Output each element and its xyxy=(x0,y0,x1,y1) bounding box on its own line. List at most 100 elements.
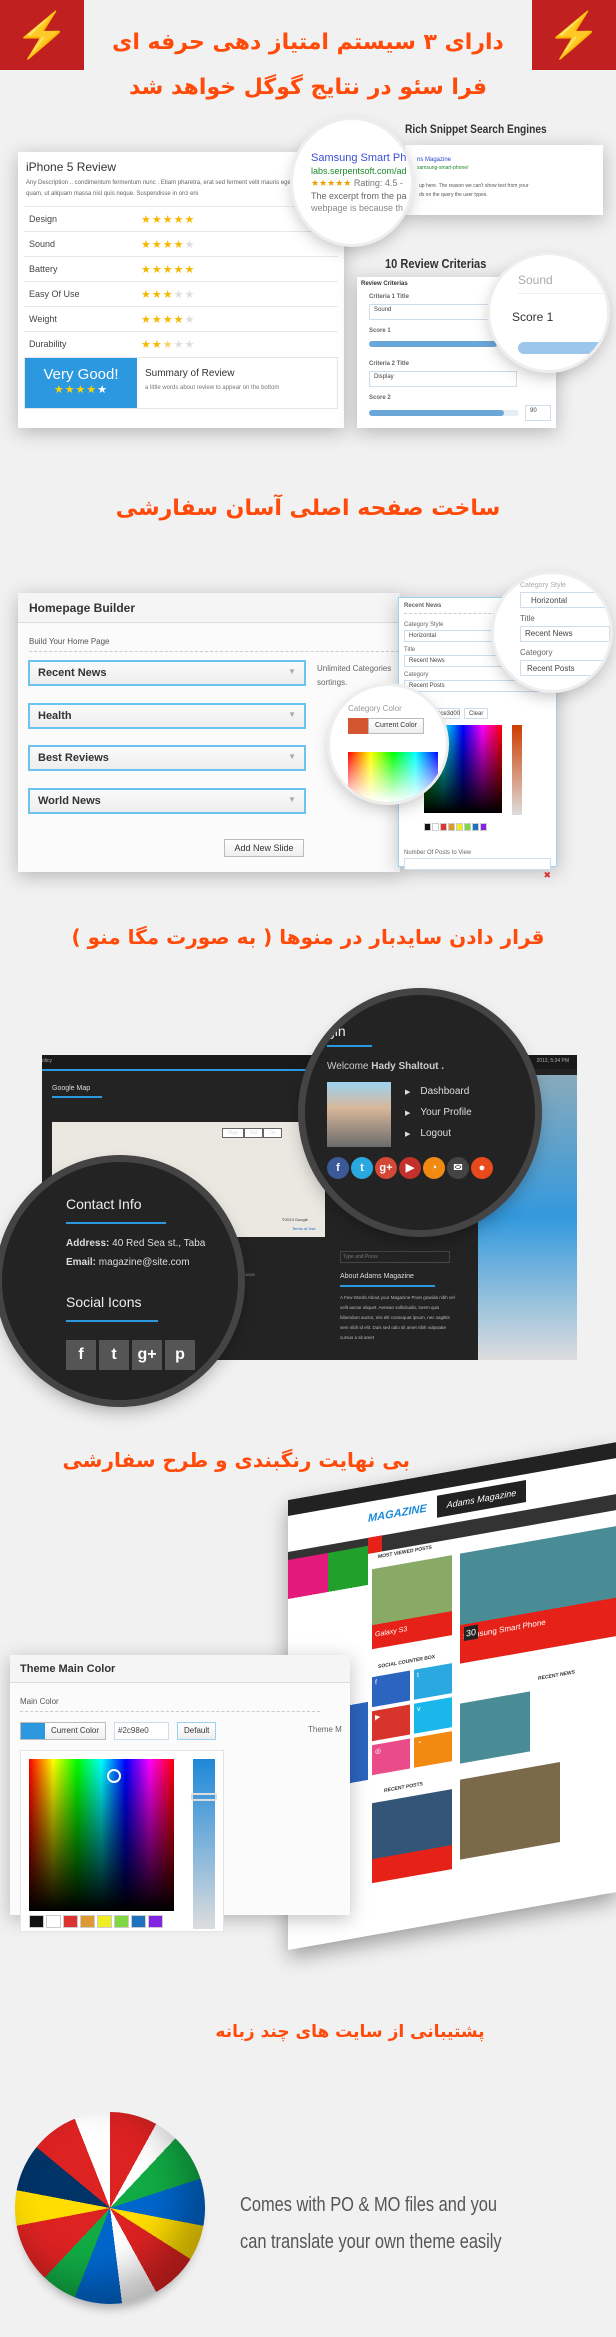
close-icon[interactable]: ✖ xyxy=(404,870,551,881)
popup-posts-input[interactable] xyxy=(404,858,551,870)
review-title: iPhone 5 Review xyxy=(26,160,117,174)
color-swatch[interactable] xyxy=(424,823,431,831)
zoom-score-label: Score 1 xyxy=(512,310,554,324)
snippet-url: labs.serpentsoft.com/ad xyxy=(311,166,407,176)
map-type-button[interactable]: Ter xyxy=(263,1128,283,1138)
criteria-row: Design ★★★★★ xyxy=(24,206,338,231)
login-menu-label: Your Profile xyxy=(420,1107,472,1118)
popup-clear-button[interactable]: Clear xyxy=(464,708,489,719)
score2-input[interactable]: 90 xyxy=(525,405,551,421)
zoom-slider xyxy=(518,342,607,354)
color-swatch[interactable] xyxy=(480,823,487,831)
current-color-swatch xyxy=(21,1723,45,1739)
youtube-icon[interactable]: ▶ xyxy=(399,1157,421,1179)
google-plus-icon[interactable]: g+ xyxy=(375,1157,397,1179)
builder-item[interactable]: World News ▼ xyxy=(28,788,306,814)
caret-right-icon: ▶ xyxy=(405,1110,411,1117)
color-swatch[interactable] xyxy=(440,823,447,831)
topbar-date: 2013, 5:34 PM xyxy=(536,1058,569,1064)
login-menu-item[interactable]: ▶ Dashboard xyxy=(405,1082,472,1103)
color-swatch[interactable] xyxy=(456,823,463,831)
zoom-style-label: Category Style xyxy=(520,582,566,589)
login-menu-item[interactable]: ▶ Your Profile xyxy=(405,1103,472,1124)
color-lightness-slider[interactable] xyxy=(512,725,522,815)
google-plus-icon[interactable]: g+ xyxy=(132,1340,162,1370)
hex-color-input[interactable]: #2c98e0 xyxy=(114,1722,170,1740)
criteria-magnifier: Sound Score 1 xyxy=(490,255,607,370)
builder-item[interactable]: Best Reviews ▼ xyxy=(28,745,306,771)
color-swatch[interactable] xyxy=(448,823,455,831)
headline-builder: ساخت صفحه اصلی آسان سفارشی xyxy=(115,496,501,521)
builder-side-text-1: Unlimited Categories xyxy=(317,664,392,673)
contact-magnifier: Contact Info Address: 40 Red Sea st., Ta… xyxy=(2,1162,238,1400)
color-swatch[interactable] xyxy=(148,1915,163,1928)
color-swatch[interactable] xyxy=(46,1915,61,1928)
pinterest-icon[interactable]: p xyxy=(165,1340,195,1370)
criteria1-input[interactable]: Sound xyxy=(369,304,509,320)
color-swatches xyxy=(29,1915,165,1933)
about-text: A Few Words About your Magazine Proin gr… xyxy=(340,1295,455,1340)
summary-title: Summary of Review xyxy=(145,368,235,379)
map-pin-icon[interactable]: ● xyxy=(471,1157,493,1179)
criteria-row: Battery ★★★★★ xyxy=(24,256,338,281)
criteria2-input[interactable]: Display xyxy=(369,371,517,387)
builder-item-label: World News xyxy=(38,795,101,807)
color-swatch[interactable] xyxy=(97,1915,112,1928)
default-button[interactable]: Default xyxy=(177,1722,217,1740)
flags-globe xyxy=(15,2112,205,2304)
criteria-stars: ★★★★★ xyxy=(141,313,196,326)
color-spectrum[interactable] xyxy=(29,1759,174,1911)
score2-slider[interactable] xyxy=(369,410,519,416)
criteria-name: Durability xyxy=(29,339,67,349)
snippet-text-rest1: up here. The reason we can't show text f… xyxy=(419,183,529,189)
builder-item[interactable]: Health ▼ xyxy=(28,703,306,729)
color-swatch[interactable] xyxy=(63,1915,78,1928)
topbar-link[interactable]: olicy xyxy=(42,1058,52,1066)
facebook-icon[interactable]: f xyxy=(66,1340,96,1370)
username: Hady Shaltout . xyxy=(371,1061,445,1072)
snippet-rating: Rating: 4.5 - xyxy=(353,178,403,188)
phone-fragment: 55 66988 xyxy=(238,1272,255,1277)
caret-right-icon: ▶ xyxy=(405,1131,411,1138)
color-swatch[interactable] xyxy=(472,823,479,831)
color-swatch[interactable] xyxy=(114,1915,129,1928)
add-new-slide-button[interactable]: Add New Slide xyxy=(224,839,304,857)
snippet-box: ns Magazine samsung-smart-phone/ up here… xyxy=(405,145,603,215)
snippet-excerpt-1: The excerpt from the pa xyxy=(311,191,407,201)
builder-item-label: Best Reviews xyxy=(38,752,109,764)
picker-handle[interactable] xyxy=(107,1769,121,1783)
color-swatch[interactable] xyxy=(29,1915,44,1928)
search-input[interactable]: Type and Press xyxy=(340,1251,450,1263)
map-terms-link[interactable]: Terms of Use xyxy=(292,1226,316,1231)
criteria-name: Sound xyxy=(29,239,56,249)
lightness-slider[interactable] xyxy=(191,1759,217,1929)
color-swatch[interactable] xyxy=(464,823,471,831)
twitter-icon[interactable]: t xyxy=(99,1340,129,1370)
chevron-down-icon: ▼ xyxy=(288,752,296,761)
verdict-box: Very Good! ★★★★★ xyxy=(25,358,137,408)
color-swatch[interactable] xyxy=(432,823,439,831)
facebook-icon[interactable]: f xyxy=(327,1157,349,1179)
headline-multilang: پشتیبانی از سایت های چند زبانه xyxy=(215,2022,485,2042)
login-menu-item[interactable]: ▶ Logout xyxy=(405,1124,472,1145)
rss-icon[interactable]: ◔ xyxy=(423,1157,445,1179)
multilang-text-1: Comes with PO & MO files and you xyxy=(240,2194,498,2216)
headline-rating-2: فرا سئو در نتایج گوگل خواهد شد xyxy=(128,75,488,100)
criterias-label: 10 Review Criterias xyxy=(385,256,487,271)
current-color-button[interactable]: Current Color xyxy=(368,718,425,734)
mail-icon[interactable]: ✉ xyxy=(447,1157,469,1179)
color-swatch[interactable] xyxy=(131,1915,146,1928)
map-type-button[interactable]: Sat xyxy=(243,1128,264,1138)
builder-item[interactable]: Recent News ▼ xyxy=(28,660,306,686)
zoom-category-label: Category xyxy=(520,648,553,657)
color-swatch[interactable] xyxy=(80,1915,95,1928)
zoom-color-label: Category Color xyxy=(348,704,402,713)
color-picker xyxy=(20,1750,224,1932)
twitter-icon[interactable]: t xyxy=(351,1157,373,1179)
score1-slider[interactable] xyxy=(369,341,519,347)
social-title: Social Icons xyxy=(66,1294,142,1310)
slider-handle[interactable] xyxy=(191,1793,217,1801)
category-magnifier: Category Style Horizontal Title Recent N… xyxy=(494,574,610,690)
map-type-button[interactable]: Map xyxy=(222,1128,244,1138)
current-color-button[interactable]: Current Color xyxy=(45,1723,106,1739)
